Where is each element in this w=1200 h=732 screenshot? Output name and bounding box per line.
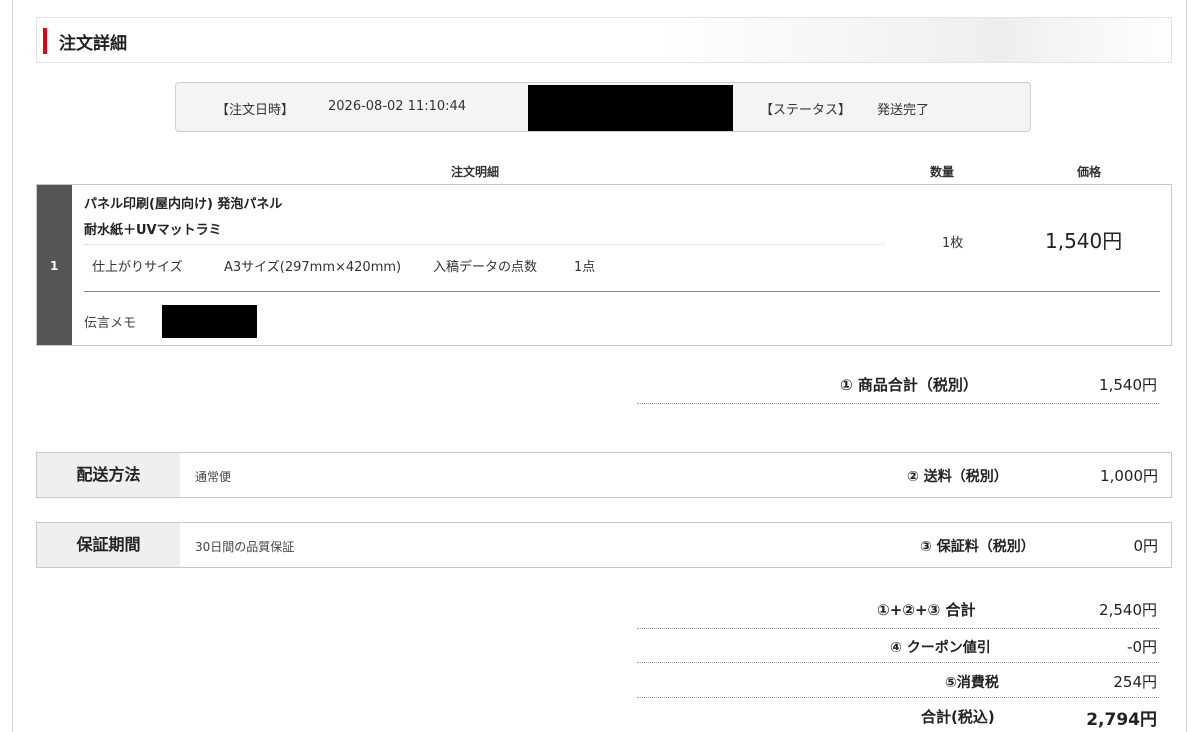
grand-total-value: 2,794円 [1086,710,1157,730]
order-date-value: 2026-08-02 11:10:44 [328,99,467,114]
section-header: 注文詳細 [36,17,1172,63]
col-header-price: 価格 [1077,165,1102,179]
item-divider [84,291,1160,292]
order-info-box: 【注文日時】 2026-08-02 11:10:44 【ステータス】 発送完了 [175,82,1031,132]
count-value: 1点 [574,260,596,275]
size-label: 仕上がりサイズ [92,260,183,275]
total-line-sum-label: ①+②+③ 合計 [877,601,976,619]
grand-total-label: 合計(税込) [921,708,995,726]
count-label: 入稿データの点数 [433,260,538,275]
coupon-label: ④ クーポン値引 [890,640,991,656]
subtotal-divider [637,403,1159,404]
warranty-fee-label: ③ 保証料（税別） [920,539,1035,555]
redacted-memo [162,305,257,338]
shipping-row: 配送方法 通常便 ② 送料（税別） 1,000円 [36,452,1172,498]
shipping-label: 配送方法 [37,453,180,497]
total-line-sum-value: 2,540円 [1099,601,1157,619]
item-quantity: 1枚 [942,236,964,251]
tax-label: ⑤消費税 [945,675,999,691]
shipping-method: 通常便 [195,470,232,484]
coupon-value: -0円 [1127,638,1157,656]
col-header-quantity: 数量 [930,165,955,179]
item-number-cell: 1 [37,185,72,345]
subtotal-value: 1,540円 [1099,376,1157,394]
memo-label: 伝言メモ [84,316,137,331]
order-date-label: 【注文日時】 [216,103,295,118]
subtotal-label: ① 商品合計（税別） [840,376,978,394]
item-name-line1: パネル印刷(屋内向け) 発泡パネル [84,197,283,212]
item-name-line2: 耐水紙＋UVマットラミ [84,223,222,238]
order-item: 1 パネル印刷(屋内向け) 発泡パネル 耐水紙＋UVマットラミ 仕上がりサイズ … [36,184,1172,346]
item-divider-dotted [84,244,884,245]
redacted-block [528,85,733,131]
section-title: 注文詳細 [59,34,127,54]
item-number: 1 [50,259,59,273]
total-divider [637,628,1159,629]
accent-bar [43,28,47,54]
size-value: A3サイズ(297mm×420mm) [224,260,402,275]
warranty-label: 保証期間 [37,523,180,567]
col-header-detail: 注文明細 [451,165,500,179]
total-divider [637,697,1159,698]
warranty-period: 30日間の品質保証 [195,540,295,554]
warranty-fee: 0円 [1133,537,1158,555]
tax-value: 254円 [1113,673,1157,691]
item-price: 1,540円 [1045,229,1123,253]
shipping-fee: 1,000円 [1100,467,1158,485]
shipping-fee-label: ② 送料（税別） [907,469,1008,485]
warranty-row: 保証期間 30日間の品質保証 ③ 保証料（税別） 0円 [36,522,1172,568]
status-label: 【ステータス】 [760,103,852,118]
total-divider [637,662,1159,663]
status-value: 発送完了 [877,103,930,118]
